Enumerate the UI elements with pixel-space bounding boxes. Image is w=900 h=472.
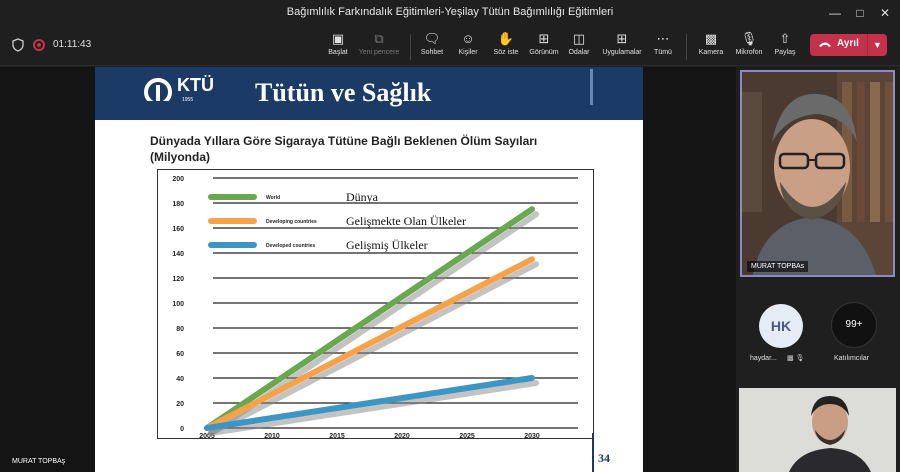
shared-content-stage: KTÜ 1955 Tütün ve Sağlık Dünyada Yıllara… [0,67,736,472]
x-tick-label: 2025 [459,433,475,440]
toolbar-divider [410,34,411,60]
participant-video-image [742,72,893,275]
participants-label: Katılımcılar [834,355,870,362]
x-tick-label: 2015 [329,433,345,440]
mic-off-icon: 🎙 [795,355,805,362]
close-icon[interactable]: ✕ [876,4,894,22]
screen-icon: ▩ [787,355,794,362]
page-divider [592,433,594,472]
logo-text: KTÜ [177,75,214,95]
avatar[interactable]: HK [759,304,803,348]
minimize-icon[interactable]: — [826,4,844,22]
line-chart: 0204060801001201401601802002005 2010 2015 2… [152,176,578,440]
new-window-button[interactable]: ⧉ Yeni pencere [356,31,402,56]
y-tick-label: 120 [172,276,184,283]
mic-off-icon: 🎙 [740,31,758,46]
presenter-name: MURAT TOPBAş [12,458,66,465]
apps-icon: ⊞ [616,31,628,46]
camera-button[interactable]: ▩ Kamera [696,31,726,56]
participant-status-icons: ▩ 🎙 [787,354,804,362]
leave-label: Ayrıl [837,38,859,49]
ktu-logo-icon [143,78,173,107]
rooms-icon: ◫ [572,31,586,46]
legend-label: Developing countries [266,219,317,225]
more-button[interactable]: ⋯ Tümü [650,31,676,56]
y-tick-label: 0 [180,426,184,433]
meeting-timer: 01:11:43 [53,39,92,50]
x-tick-label: 2020 [394,433,410,440]
more-icon: ⋯ [656,31,670,46]
x-tick-label: 2030 [524,433,540,440]
people-label: Kişiler [458,49,478,56]
new-window-label: Yeni pencere [358,49,400,56]
window-title: Bağımlılık Farkındalık Eğitimleri-Yeşila… [286,6,614,18]
legend-label-translation: Gelişmekte Olan Ülkeler [346,214,466,228]
title-bar: Bağımlılık Farkındalık Eğitimleri-Yeşila… [0,0,900,26]
camera-label: Kamera [698,49,724,56]
presentation-slide: KTÜ 1955 Tütün ve Sağlık Dünyada Yıllara… [95,67,643,472]
new-window-icon: ⧉ [374,31,384,46]
y-tick-label: 40 [176,376,184,383]
x-tick-label: 2010 [264,433,280,440]
apps-label: Uygulamalar [602,49,642,56]
recording-icon [33,39,45,51]
chat-button[interactable]: 🗨 Sohbet [418,31,446,56]
legend-label-translation: Gelişmiş Ülkeler [346,238,428,252]
camera-icon: ▩ [704,31,718,46]
chart-frame: 0 20 40 60 80 100 120 140 160 180 200 2005 2010 2015 2… [152,169,594,440]
whiteboard-label: Başlat [328,49,348,56]
more-label: Tümü [654,49,672,56]
secondary-participant-video[interactable] [739,388,896,472]
people-icon: ☺ [461,31,475,46]
hangup-icon [819,42,831,47]
y-tick-label: 200 [172,176,184,183]
legend-label: Developed countries [266,243,315,249]
chevron-down-icon[interactable]: ▼ [867,34,887,56]
chat-label: Sohbet [420,49,444,56]
maximize-icon[interactable]: □ [851,4,869,22]
rooms-button[interactable]: ◫ Odalar [566,31,592,56]
y-tick-label: 140 [172,251,184,258]
participant-video-image [739,388,896,472]
share-button[interactable]: ⇧ Paylaş [772,31,798,56]
chart-title: Dünyada Yıllara Göre Sigaraya Tütüne Bağ… [150,134,538,164]
share-icon: ⇧ [779,31,791,46]
y-tick-label: 80 [176,326,184,333]
view-icon: ⊞ [538,31,550,46]
slide-title: Tütün ve Sağlık [255,78,432,107]
y-tick-label: 180 [172,201,184,208]
y-tick-label: 20 [176,401,184,408]
y-tick-label: 160 [172,226,184,233]
logo-year: 1955 [182,97,194,103]
legend-label-translation: Dünya [346,190,379,204]
chat-icon: 🗨 [423,31,441,46]
participant-name: haydar... [750,355,777,362]
people-button[interactable]: ☺ Kişiler [455,31,481,56]
meeting-toolbar: 01:11:43 ▣ Başlat ⧉ Yeni pencere 🗨 Sohbe… [0,26,900,66]
view-button[interactable]: ⊞ Görünüm [528,31,560,56]
more-participants-button[interactable]: 99+ [831,302,877,348]
toolbar-divider [686,34,687,60]
raise-hand-icon: ✋ [497,31,515,46]
mic-label: Mikrofon [735,49,763,56]
leave-button[interactable]: Ayrıl ▼ [810,34,887,56]
share-label: Paylaş [774,49,796,56]
raise-hand-label: Söz iste [493,49,519,56]
view-label: Görünüm [529,49,559,56]
slide-header: KTÜ 1955 Tütün ve Sağlık [95,67,643,120]
whiteboard-button[interactable]: ▣ Başlat [326,31,350,56]
shield-icon [12,38,24,52]
apps-button[interactable]: ⊞ Uygulamalar [600,31,644,56]
mic-button[interactable]: 🎙 Mikrofon [732,31,766,56]
main-participant-video[interactable]: MURAT TOPBAs [740,70,895,277]
rooms-label: Odalar [568,49,590,56]
y-tick-label: 60 [176,351,184,358]
y-tick-label: 100 [172,301,184,308]
whiteboard-icon: ▣ [331,31,345,46]
raise-hand-button[interactable]: ✋ Söz iste [490,31,522,56]
participant-name-tag: MURAT TOPBAs [747,261,809,272]
legend-label: World [266,195,280,201]
header-accent-bar [590,69,593,105]
page-number: 34 [598,451,610,465]
